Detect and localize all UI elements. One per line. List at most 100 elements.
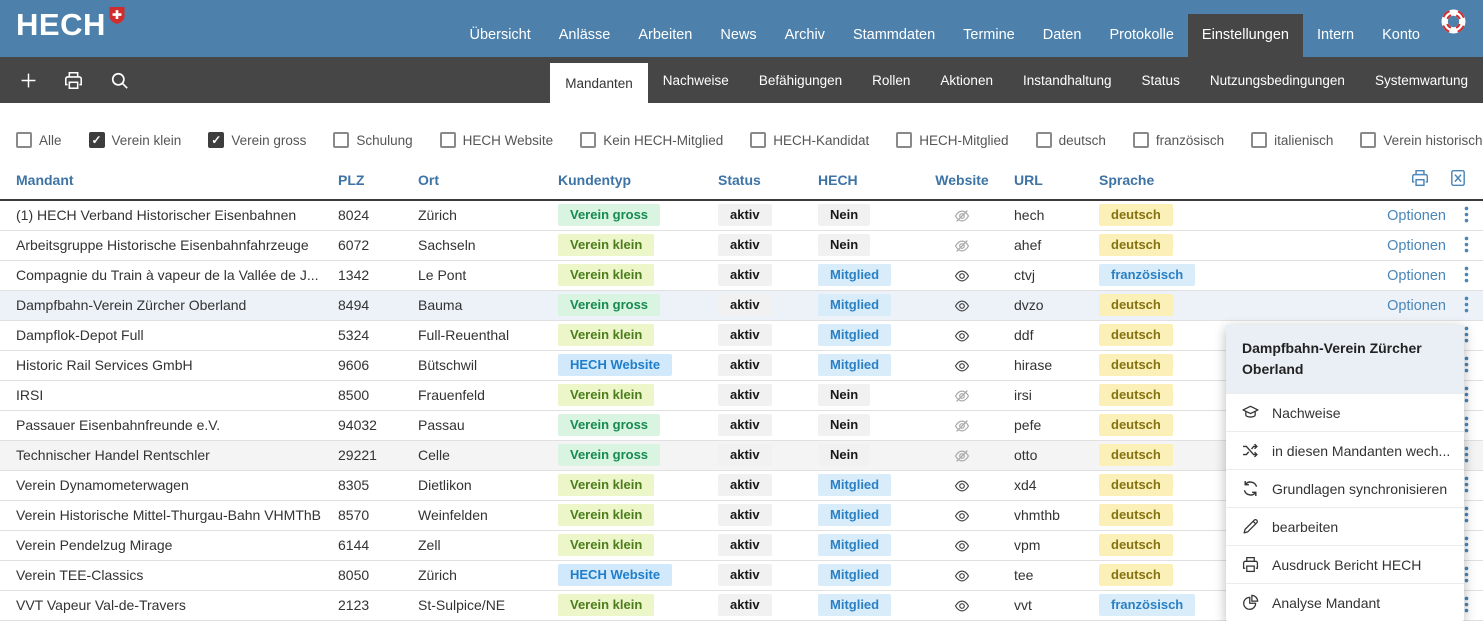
context-menu-item-label: Grundlagen synchronisieren (1272, 481, 1447, 497)
column-header-plz[interactable]: PLZ (330, 163, 410, 200)
search-button[interactable] (110, 71, 129, 90)
filter-kein-hech-mitglied[interactable]: Kein HECH-Mitglied (580, 132, 723, 148)
checkbox-unchecked-icon[interactable] (1133, 132, 1149, 148)
context-menu-item-ausdruck-bericht-hech[interactable]: Ausdruck Bericht HECH (1226, 545, 1464, 583)
checkbox-unchecked-icon[interactable] (1036, 132, 1052, 148)
context-menu-item-nachweise[interactable]: Nachweise (1226, 393, 1464, 431)
options-link[interactable]: Optionen (1387, 208, 1446, 224)
help-lifering-icon[interactable] (1434, 0, 1483, 43)
tab-mandanten[interactable]: Mandanten (550, 63, 648, 103)
tab-status[interactable]: Status (1127, 57, 1195, 103)
website-eye-off-icon (918, 230, 1006, 260)
checkbox-unchecked-icon[interactable] (16, 132, 32, 148)
cell-hech: Mitglied (810, 530, 918, 560)
top-nav-item-bersicht[interactable]: Übersicht (456, 14, 545, 57)
top-nav-item-intern[interactable]: Intern (1303, 14, 1368, 57)
cell-sprache: deutsch (1091, 350, 1221, 380)
tab-aktionen[interactable]: Aktionen (925, 57, 1008, 103)
checkbox-checked-icon[interactable] (89, 132, 105, 148)
tab-bef-higungen[interactable]: Befähigungen (744, 57, 857, 103)
filter-deutsch[interactable]: deutsch (1036, 132, 1106, 148)
checkbox-unchecked-icon[interactable] (333, 132, 349, 148)
checkbox-unchecked-icon[interactable] (580, 132, 596, 148)
checkbox-unchecked-icon[interactable] (896, 132, 912, 148)
cell-sprache: deutsch (1091, 530, 1221, 560)
tab-rollen[interactable]: Rollen (857, 57, 925, 103)
options-link[interactable]: Optionen (1387, 298, 1446, 314)
checkbox-unchecked-icon[interactable] (750, 132, 766, 148)
checkbox-checked-icon[interactable] (208, 132, 224, 148)
context-menu-item-bearbeiten[interactable]: bearbeiten (1226, 507, 1464, 545)
settings-tabs: MandantenNachweiseBefähigungenRollenAkti… (550, 57, 1483, 103)
kebab-menu-icon[interactable] (1446, 207, 1469, 223)
kebab-menu-icon[interactable] (1446, 267, 1469, 283)
context-menu-item-in-diesen-mandanten-wech[interactable]: in diesen Mandanten wech... (1226, 431, 1464, 469)
filter-italienisch[interactable]: italienisch (1251, 132, 1333, 148)
print-button[interactable] (64, 71, 83, 90)
filter-hech-kandidat[interactable]: HECH-Kandidat (750, 132, 869, 148)
filter-alle[interactable]: Alle (16, 132, 62, 148)
filter-hech-website[interactable]: HECH Website (440, 132, 554, 148)
tab-instandhaltung[interactable]: Instandhaltung (1008, 57, 1127, 103)
excel-export-icon[interactable] (1449, 174, 1467, 190)
top-nav-item-daten[interactable]: Daten (1029, 14, 1096, 57)
add-button[interactable] (20, 72, 37, 89)
status-badge: aktiv (718, 594, 772, 616)
column-header-kundentyp[interactable]: Kundentyp (550, 163, 710, 200)
column-header-mandant[interactable]: Mandant (0, 163, 330, 200)
cell-hech: Nein (810, 440, 918, 470)
top-nav-item-protokolle[interactable]: Protokolle (1095, 14, 1187, 57)
options-link[interactable]: Optionen (1387, 238, 1446, 254)
column-header-hech[interactable]: HECH (810, 163, 918, 200)
context-menu-item-grundlagen-synchronisieren[interactable]: Grundlagen synchronisieren (1226, 469, 1464, 507)
top-nav-item-news[interactable]: News (706, 14, 770, 57)
cell-sprache: deutsch (1091, 500, 1221, 530)
cell-status: aktiv (710, 230, 810, 260)
tab-systemwartung[interactable]: Systemwartung (1360, 57, 1483, 103)
column-header-website[interactable]: Website (918, 163, 1006, 200)
cell-ort: Weinfelden (410, 500, 550, 530)
checkbox-unchecked-icon[interactable] (440, 132, 456, 148)
column-header-url[interactable]: URL (1006, 163, 1091, 200)
checkbox-unchecked-icon[interactable] (1360, 132, 1376, 148)
options-link[interactable]: Optionen (1387, 268, 1446, 284)
kebab-menu-icon[interactable] (1446, 237, 1469, 253)
website-eye-icon (918, 590, 1006, 620)
filter-label: HECH-Mitglied (919, 133, 1008, 148)
cell-hech: Mitglied (810, 590, 918, 620)
table-header-actions (1221, 163, 1483, 200)
cell-plz: 8050 (330, 560, 410, 590)
brand-logo[interactable]: HECH (0, 0, 135, 57)
cell-plz: 94032 (330, 410, 410, 440)
filter-verein-gross[interactable]: Verein gross (208, 132, 306, 148)
cell-kundentyp: Verein gross (550, 200, 710, 230)
tab-nachweise[interactable]: Nachweise (648, 57, 744, 103)
top-nav-item-termine[interactable]: Termine (949, 14, 1029, 57)
website-eye-off-icon (918, 200, 1006, 230)
top-nav-item-stammdaten[interactable]: Stammdaten (839, 14, 949, 57)
cell-sprache: deutsch (1091, 440, 1221, 470)
tab-nutzungsbedingungen[interactable]: Nutzungsbedingungen (1195, 57, 1360, 103)
filter-verein-historisch[interactable]: Verein historisch (1360, 132, 1482, 148)
context-menu-item-analyse-mandant[interactable]: Analyse Mandant (1226, 583, 1464, 621)
top-nav-item-arbeiten[interactable]: Arbeiten (624, 14, 706, 57)
top-nav-item-archiv[interactable]: Archiv (771, 14, 839, 57)
column-header-sprache[interactable]: Sprache (1091, 163, 1221, 200)
filter-franz-sisch[interactable]: französisch (1133, 132, 1224, 148)
checkbox-unchecked-icon[interactable] (1251, 132, 1267, 148)
kebab-menu-icon[interactable] (1446, 297, 1469, 313)
filter-verein-klein[interactable]: Verein klein (89, 132, 182, 148)
hech-badge: Mitglied (818, 294, 891, 316)
top-nav-item-einstellungen[interactable]: Einstellungen (1188, 14, 1303, 57)
shuffle-icon (1242, 442, 1259, 459)
column-header-ort[interactable]: Ort (410, 163, 550, 200)
cell-sprache: französisch (1091, 260, 1221, 290)
filter-hech-mitglied[interactable]: HECH-Mitglied (896, 132, 1008, 148)
cell-kundentyp: Verein klein (550, 380, 710, 410)
column-header-status[interactable]: Status (710, 163, 810, 200)
top-nav-item-konto[interactable]: Konto (1368, 14, 1434, 57)
filter-schulung[interactable]: Schulung (333, 132, 412, 148)
table-print-icon[interactable] (1411, 174, 1429, 190)
cell-sprache: deutsch (1091, 380, 1221, 410)
top-nav-item-anl-sse[interactable]: Anlässe (545, 14, 625, 57)
